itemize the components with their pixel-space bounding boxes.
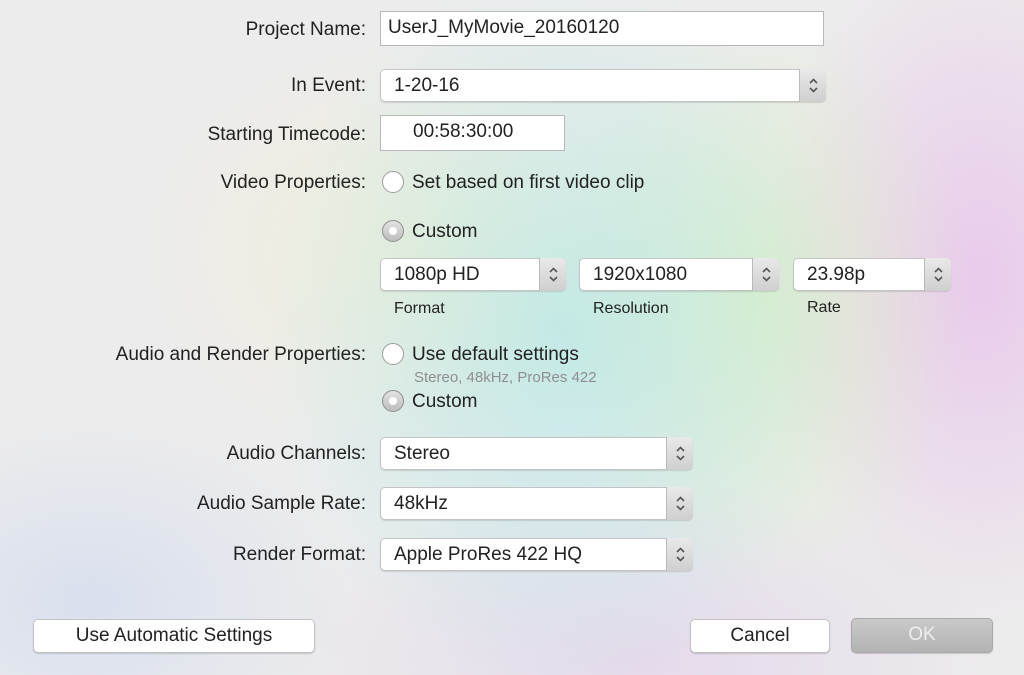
project-name-label: Project Name: <box>245 19 366 40</box>
up-down-chevron-icon <box>539 258 566 291</box>
audio-sample-rate-value: 48kHz <box>394 493 448 514</box>
project-name-input[interactable]: UserJ_MyMovie_20160120 <box>380 11 824 46</box>
format-select[interactable]: 1080p HD <box>380 258 566 291</box>
ok-button[interactable]: OK <box>851 618 993 653</box>
resolution-select[interactable]: 1920x1080 <box>579 258 779 291</box>
format-caption: Format <box>394 300 445 317</box>
video-first-clip-radio[interactable] <box>382 171 404 193</box>
video-first-clip-label[interactable]: Set based on first video clip <box>412 172 644 194</box>
starting-timecode-label: Starting Timecode: <box>207 124 366 145</box>
in-event-value: 1-20-16 <box>394 75 460 96</box>
video-properties-label: Video Properties: <box>220 172 366 193</box>
audio-channels-select[interactable]: Stereo <box>380 437 693 470</box>
up-down-chevron-icon <box>666 538 693 571</box>
starting-timecode-input[interactable]: 00:58:30:00 <box>380 115 565 151</box>
render-format-label: Render Format: <box>232 544 366 565</box>
use-automatic-settings-button[interactable]: Use Automatic Settings <box>33 619 315 653</box>
audio-channels-label: Audio Channels: <box>226 443 366 464</box>
resolution-caption: Resolution <box>593 300 669 317</box>
audio-custom-radio[interactable] <box>382 390 404 412</box>
rate-value: 23.98p <box>807 264 866 285</box>
audio-default-radio[interactable] <box>382 343 404 365</box>
video-custom-radio[interactable] <box>382 220 404 242</box>
rate-select[interactable]: 23.98p <box>793 258 951 291</box>
up-down-chevron-icon <box>666 437 693 470</box>
up-down-chevron-icon <box>666 487 693 520</box>
render-format-value: Apple ProRes 422 HQ <box>394 544 582 565</box>
in-event-label: In Event: <box>291 75 366 96</box>
rate-caption: Rate <box>807 299 841 316</box>
audio-sample-rate-label: Audio Sample Rate: <box>197 493 366 514</box>
format-value: 1080p HD <box>394 264 480 285</box>
audio-channels-value: Stereo <box>394 443 450 464</box>
audio-default-hint: Stereo, 48kHz, ProRes 422 <box>414 369 597 386</box>
in-event-select[interactable]: 1-20-16 <box>380 69 826 102</box>
up-down-chevron-icon <box>799 69 826 102</box>
audio-default-label[interactable]: Use default settings <box>412 344 579 366</box>
audio-render-properties-label: Audio and Render Properties: <box>115 344 366 365</box>
up-down-chevron-icon <box>752 258 779 291</box>
audio-sample-rate-select[interactable]: 48kHz <box>380 487 693 520</box>
cancel-button[interactable]: Cancel <box>690 619 830 653</box>
render-format-select[interactable]: Apple ProRes 422 HQ <box>380 538 693 571</box>
resolution-value: 1920x1080 <box>593 264 688 285</box>
audio-custom-label[interactable]: Custom <box>412 391 477 413</box>
video-custom-label[interactable]: Custom <box>412 221 477 243</box>
up-down-chevron-icon <box>924 258 951 291</box>
